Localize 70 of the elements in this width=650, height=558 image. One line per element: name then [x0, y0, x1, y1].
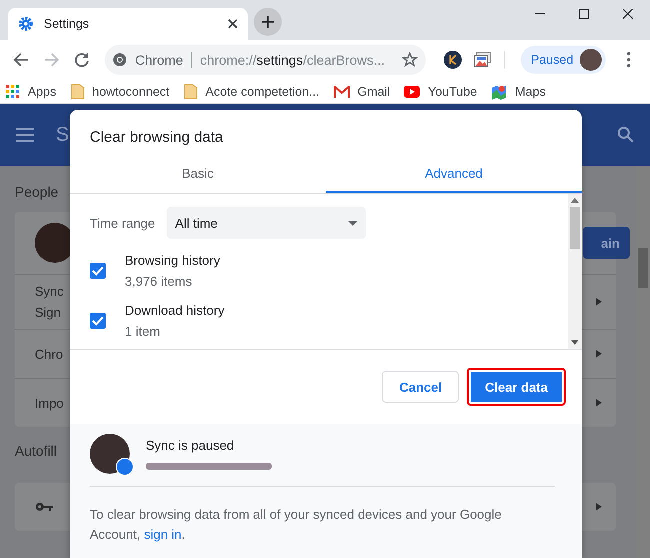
folder-icon: [184, 84, 198, 100]
reload-icon: [74, 52, 90, 68]
dialog-tab[interactable]: Advanced: [326, 156, 582, 193]
apps-grid-icon: [6, 84, 20, 98]
close-icon: [623, 9, 633, 19]
picture-frame-icon: [474, 52, 492, 68]
back-arrow-icon: [13, 52, 30, 68]
folder-icon: [70, 84, 84, 100]
bookmark[interactable]: Apps: [6, 84, 56, 98]
forward-arrow-icon: [44, 52, 60, 68]
time-range-dropdown[interactable]: All time: [167, 207, 366, 239]
chevron-right-icon: [596, 399, 602, 407]
turn-on-button[interactable]: ain: [583, 227, 630, 259]
section-heading: Autofill: [15, 443, 58, 459]
item-label: Browsing history: [125, 253, 220, 268]
bookmark[interactable]: Acote competetion...: [184, 84, 320, 100]
bookmark[interactable]: Maps: [491, 84, 546, 100]
checkbox[interactable]: [90, 313, 106, 329]
bookmark[interactable]: Gmail: [334, 84, 390, 98]
star-icon[interactable]: [402, 52, 418, 68]
new-tab-button[interactable]: [254, 8, 282, 36]
page-title: S: [56, 124, 70, 146]
item-detail: 3,976 items: [125, 274, 194, 289]
scrollbar[interactable]: [568, 194, 582, 349]
section-heading: People: [15, 184, 59, 200]
address-bar[interactable]: Chrome chrome://settings/clearBrows...: [105, 45, 426, 75]
maximize-icon: [579, 9, 589, 19]
chevron-right-icon: [596, 298, 602, 306]
dialog-tab[interactable]: Basic: [70, 156, 326, 193]
map-pin-icon: [491, 84, 508, 100]
chrome-logo-icon: [113, 53, 128, 67]
avatar-icon: [580, 49, 602, 71]
site-label: Chrome: [135, 52, 184, 68]
chevron-right-icon: [596, 503, 602, 511]
mail-icon: [334, 86, 350, 98]
menu-icon[interactable]: [16, 128, 34, 142]
dialog-title: Clear browsing data: [89, 128, 224, 148]
plus-icon: [262, 16, 274, 28]
sign-in-link[interactable]: sign in: [144, 527, 182, 542]
bookmark[interactable]: YouTube: [404, 84, 478, 98]
field-label: Time range: [90, 216, 156, 230]
row-text: Sign: [35, 305, 62, 320]
clear-data-button[interactable]: Clear data: [467, 368, 566, 406]
chevron-right-icon: [596, 350, 602, 358]
dropdown-caret-icon: [348, 220, 358, 226]
gear-icon: [18, 16, 34, 32]
cancel-button[interactable]: Cancel: [382, 371, 460, 403]
key-icon: [35, 502, 53, 512]
profile-button[interactable]: Paused: [521, 46, 606, 74]
search-icon[interactable]: [618, 127, 634, 143]
scrollbar-thumb[interactable]: [570, 207, 580, 249]
row-text: Sync: [35, 284, 64, 299]
k-letter-icon: [444, 51, 462, 69]
row-text: Impo: [35, 396, 64, 410]
checkbox[interactable]: [90, 263, 106, 279]
more-vertical-icon: [626, 52, 631, 68]
close-tab-button[interactable]: [228, 19, 238, 29]
badge-icon: [116, 458, 134, 476]
item-detail: 1 item: [125, 324, 162, 339]
url-text: chrome://settings/clearBrows...: [200, 52, 386, 68]
browser-tab[interactable]: Settings: [8, 8, 248, 40]
sync-status: Sync is paused: [146, 438, 236, 453]
scroll-up-icon: [571, 198, 579, 203]
close-icon: [228, 19, 238, 29]
sync-message: To clear browsing data from all of your synced devices and your Google Account, sign in.: [90, 506, 503, 544]
scroll-down-icon: [571, 340, 579, 345]
item-label: Download history: [125, 303, 225, 318]
play-icon: [404, 86, 420, 98]
row-text: Chro: [35, 346, 64, 362]
bookmark[interactable]: howtoconnect: [70, 84, 170, 100]
